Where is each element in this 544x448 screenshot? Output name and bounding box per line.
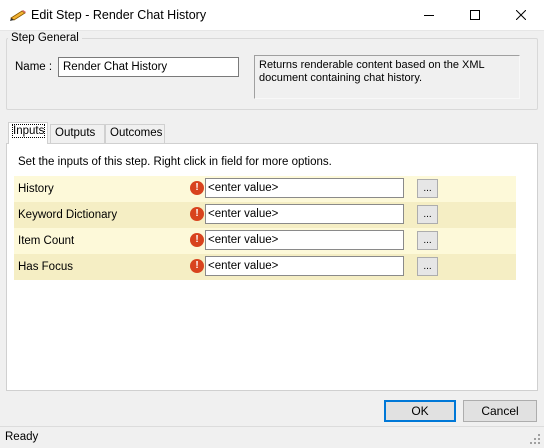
- input-label: Has Focus: [18, 261, 73, 273]
- inputs-instructions: Set the inputs of this step. Right click…: [18, 156, 332, 168]
- minimize-icon: [424, 9, 434, 23]
- status-bar: Ready: [0, 426, 544, 448]
- input-row-has-focus: Has Focus ! ...: [14, 254, 516, 280]
- close-icon: [515, 9, 527, 23]
- ok-button[interactable]: OK: [384, 400, 456, 422]
- input-row-keyword-dictionary: Keyword Dictionary ! ...: [14, 202, 516, 228]
- error-icon: !: [190, 233, 204, 247]
- step-general-legend: Step General: [8, 32, 82, 44]
- input-label: Keyword Dictionary: [18, 209, 118, 221]
- has-focus-value-input[interactable]: [205, 256, 404, 276]
- status-text: Ready: [5, 431, 39, 443]
- input-label: Item Count: [18, 235, 75, 247]
- item-count-value-input[interactable]: [205, 230, 404, 250]
- maximize-icon: [470, 9, 480, 23]
- cancel-button[interactable]: Cancel: [463, 400, 537, 422]
- minimize-button[interactable]: [406, 0, 452, 31]
- tab-outcomes[interactable]: Outcomes: [105, 124, 165, 143]
- pencil-icon: [10, 9, 26, 21]
- keyword-dictionary-browse-button[interactable]: ...: [417, 205, 438, 224]
- history-browse-button[interactable]: ...: [417, 179, 438, 198]
- history-value-input[interactable]: [205, 178, 404, 198]
- window-title: Edit Step - Render Chat History: [31, 8, 207, 22]
- description-text: Returns renderable content based on the …: [254, 55, 520, 99]
- keyword-dictionary-value-input[interactable]: [205, 204, 404, 224]
- tab-inputs[interactable]: Inputs: [8, 122, 48, 144]
- tab-outputs[interactable]: Outputs: [50, 124, 105, 143]
- input-label: History: [18, 183, 54, 195]
- item-count-browse-button[interactable]: ...: [417, 231, 438, 250]
- error-icon: !: [190, 207, 204, 221]
- maximize-button[interactable]: [452, 0, 498, 31]
- input-row-history: History ! ...: [14, 176, 516, 202]
- close-button[interactable]: [498, 0, 544, 31]
- name-input[interactable]: [58, 57, 239, 77]
- inputs-grid: History ! ... Keyword Dictionary ! ... I…: [14, 176, 516, 280]
- has-focus-browse-button[interactable]: ...: [417, 257, 438, 276]
- error-icon: !: [190, 181, 204, 195]
- error-icon: !: [190, 259, 204, 273]
- name-label: Name :: [15, 61, 53, 73]
- title-bar: Edit Step - Render Chat History: [0, 0, 544, 31]
- input-row-item-count: Item Count ! ...: [14, 228, 516, 254]
- resize-grip-icon[interactable]: [530, 434, 541, 445]
